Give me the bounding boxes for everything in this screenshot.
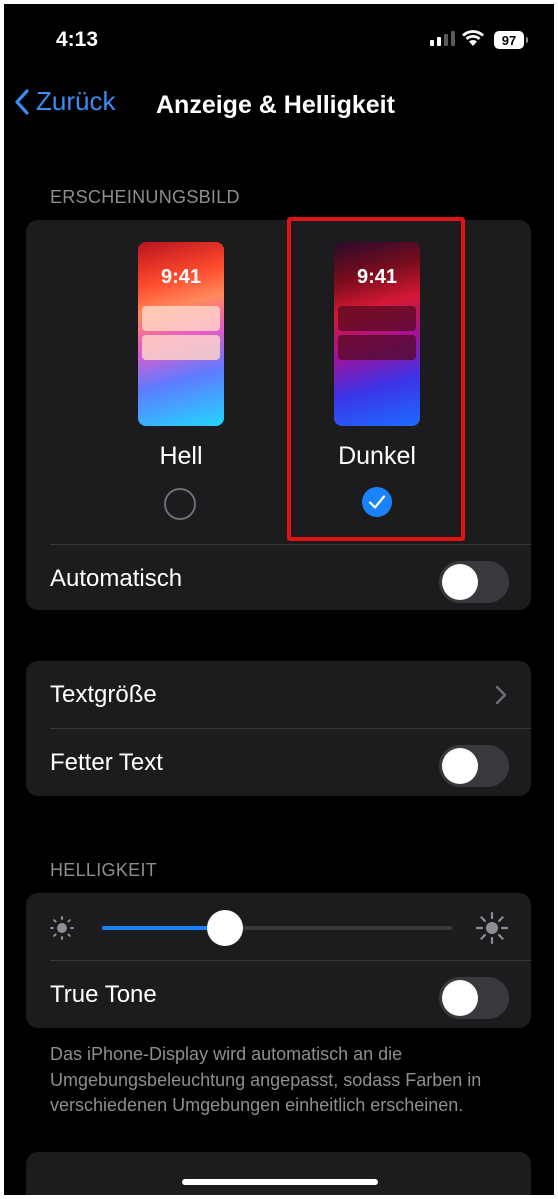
true-tone-footnote: Das iPhone-Display wird automatisch an d… <box>50 1044 482 1115</box>
bold-text-label: Fetter Text <box>50 749 163 776</box>
light-mode-preview: 9:41 <box>138 242 224 426</box>
brightness-header: HELLIGKEIT <box>50 860 158 880</box>
next-settings-group <box>26 1152 531 1195</box>
sun-large-icon <box>475 911 509 945</box>
status-time: 4:13 <box>56 28 99 51</box>
bold-text-toggle[interactable] <box>439 745 509 787</box>
automatic-label: Automatisch <box>50 565 183 592</box>
true-tone-label: True Tone <box>50 981 157 1008</box>
battery-icon: 97 <box>494 31 528 49</box>
text-size-label: Textgröße <box>50 681 157 708</box>
automatic-row[interactable]: Automatisch <box>26 545 531 610</box>
brightness-slider-thumb[interactable] <box>206 910 243 946</box>
true-tone-row[interactable]: True Tone <box>26 961 531 1028</box>
back-label: Zurück <box>36 86 116 116</box>
bold-text-row[interactable]: Fetter Text <box>26 729 531 796</box>
back-button[interactable]: Zurück <box>14 86 115 117</box>
toggle-knob <box>442 748 478 784</box>
status-bar: 4:13 97 <box>4 4 554 74</box>
screen: 4:13 97 Zurück Anzeige & Helligkeit ERSC… <box>4 4 554 1195</box>
preview-time: 9:41 <box>160 266 202 288</box>
home-indicator[interactable] <box>182 1179 378 1185</box>
appearance-header: ERSCHEINUNGSBILD <box>50 187 240 207</box>
chevron-right-icon <box>495 685 507 705</box>
light-mode-label: Hell <box>159 442 203 470</box>
brightness-slider-row <box>26 893 531 961</box>
selection-highlight-box <box>287 217 465 541</box>
automatic-toggle[interactable] <box>439 561 509 603</box>
true-tone-toggle[interactable] <box>439 977 509 1019</box>
light-mode-radio[interactable] <box>164 488 196 520</box>
wifi-icon <box>462 30 484 46</box>
page-title: Anzeige & Helligkeit <box>156 91 395 119</box>
signal-icon <box>430 31 455 46</box>
navigation-bar: Zurück Anzeige & Helligkeit <box>4 76 554 132</box>
chevron-left-icon <box>15 88 29 115</box>
preview-notification <box>142 306 220 331</box>
toggle-knob <box>442 980 478 1016</box>
brightness-group: True Tone <box>26 893 531 1028</box>
sun-small-icon <box>50 916 74 940</box>
toggle-knob <box>442 564 478 600</box>
text-size-row[interactable]: Textgröße <box>26 661 531 729</box>
preview-notification <box>142 335 220 360</box>
text-settings-group: Textgröße Fetter Text <box>26 661 531 796</box>
brightness-slider[interactable] <box>102 910 452 946</box>
